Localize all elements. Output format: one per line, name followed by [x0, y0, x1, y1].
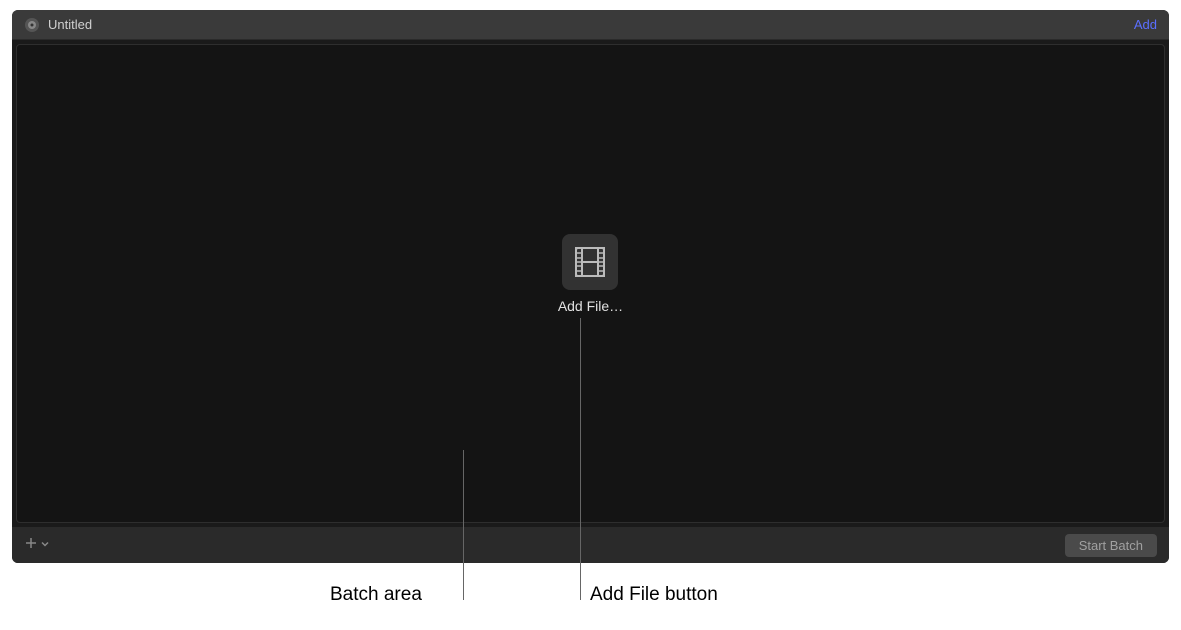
film-strip-icon — [562, 234, 618, 290]
annotation-line — [580, 318, 581, 600]
add-file-label: Add File… — [558, 298, 623, 314]
batch-area[interactable]: Add File… — [16, 44, 1165, 523]
compressor-app-icon — [24, 17, 40, 33]
annotation-label-add-file: Add File button — [590, 584, 718, 606]
start-batch-button[interactable]: Start Batch — [1065, 534, 1157, 557]
add-dropdown-button[interactable] — [24, 536, 50, 555]
add-button[interactable]: Add — [1134, 17, 1157, 32]
chevron-down-icon — [40, 536, 50, 554]
window-title: Untitled — [48, 17, 1134, 32]
add-file-button[interactable]: Add File… — [558, 234, 623, 314]
window-footer: Start Batch — [12, 527, 1169, 563]
app-window: Untitled Add — [12, 10, 1169, 563]
window-header: Untitled Add — [12, 10, 1169, 40]
plus-icon — [24, 536, 38, 555]
annotation-line — [463, 450, 464, 600]
annotation-label-batch-area: Batch area — [330, 584, 422, 606]
